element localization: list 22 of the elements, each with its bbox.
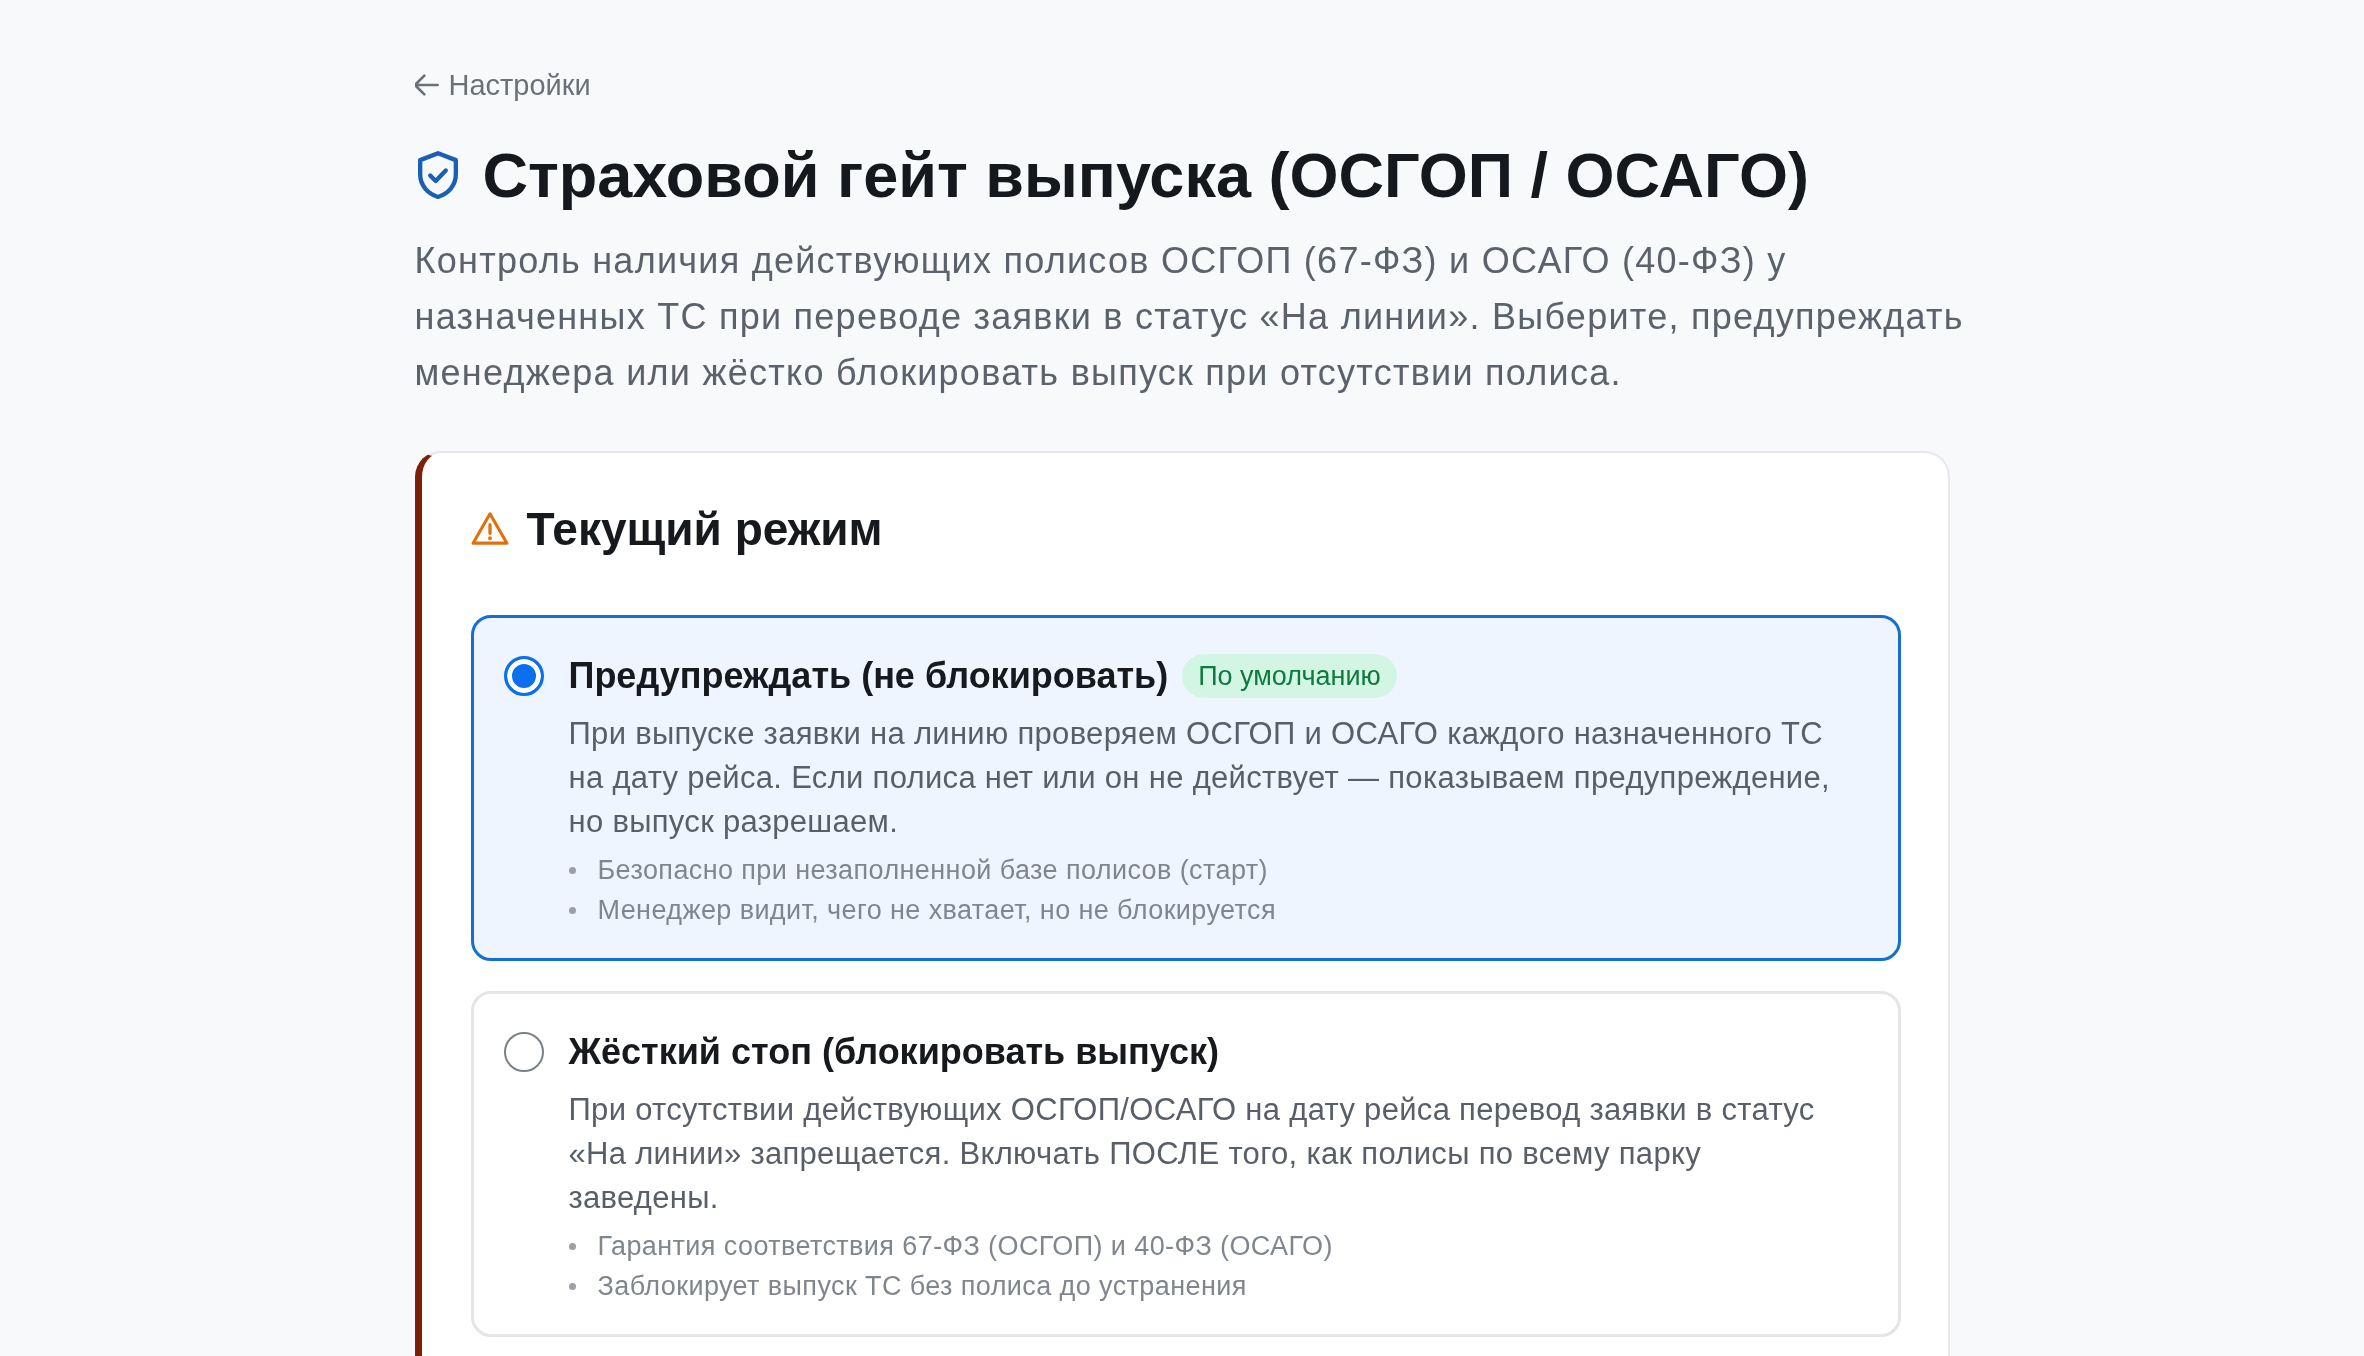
option-point: Гарантия соответствия 67-ФЗ (ОСГОП) и 40-ФЗ (ОСАГО): [597, 1230, 1333, 1263]
bullet-icon: [568, 906, 576, 914]
option-description: При выпуске заявки на линию проверяем ОСГОП и ОСАГО каждого назначенного ТС на дату рейса. Если полиса нет или он не действует — показываем предупреждение, но выпуск разрешаем.: [568, 715, 1831, 841]
back-link[interactable]: Настройки: [414, 65, 591, 105]
page-description: Контроль наличия действующих полисов ОСГОП (67-ФЗ) и ОСАГО (40-ФЗ) у назначенных ТС при переводе заявки в статус «На линии». Выберите, предупреждать менеджера или жёстко блокировать выпуск при отсутствии полиса.: [414, 239, 1965, 395]
warning-icon: [470, 511, 509, 547]
default-badge: По умолчанию: [1182, 654, 1397, 698]
option-title: Жёсткий стоп (блокировать выпуск): [568, 1030, 1219, 1074]
mode-option[interactable]: [470, 615, 1901, 961]
card-title: Текущий режим: [526, 502, 883, 557]
bullet-icon: [568, 1282, 576, 1290]
option-description: При отсутствии действующих ОСГОП/ОСАГО на дату рейса перевод заявки в статус «На линии» запрещается. Включать ПОСЛЕ того, как полисы по всему парку заведены.: [568, 1091, 1816, 1217]
option-title: Предупреждать (не блокировать): [568, 654, 1169, 698]
radio-button[interactable]: [503, 1032, 544, 1072]
bullet-icon: [568, 1242, 576, 1250]
option-point: Менеджер видит, чего не хватает, но не блокируется: [597, 894, 1276, 927]
back-arrow-icon: [414, 74, 439, 96]
option-point: Безопасно при незаполненной базе полисов (старт): [597, 854, 1268, 887]
page-title: Страховой гейт выпуска (ОСГОП / ОСАГО): [482, 139, 1809, 211]
radio-button[interactable]: [503, 656, 544, 696]
bullet-icon: [568, 866, 576, 874]
option-point: Заблокирует выпуск ТС без полиса до устранения: [597, 1270, 1247, 1303]
